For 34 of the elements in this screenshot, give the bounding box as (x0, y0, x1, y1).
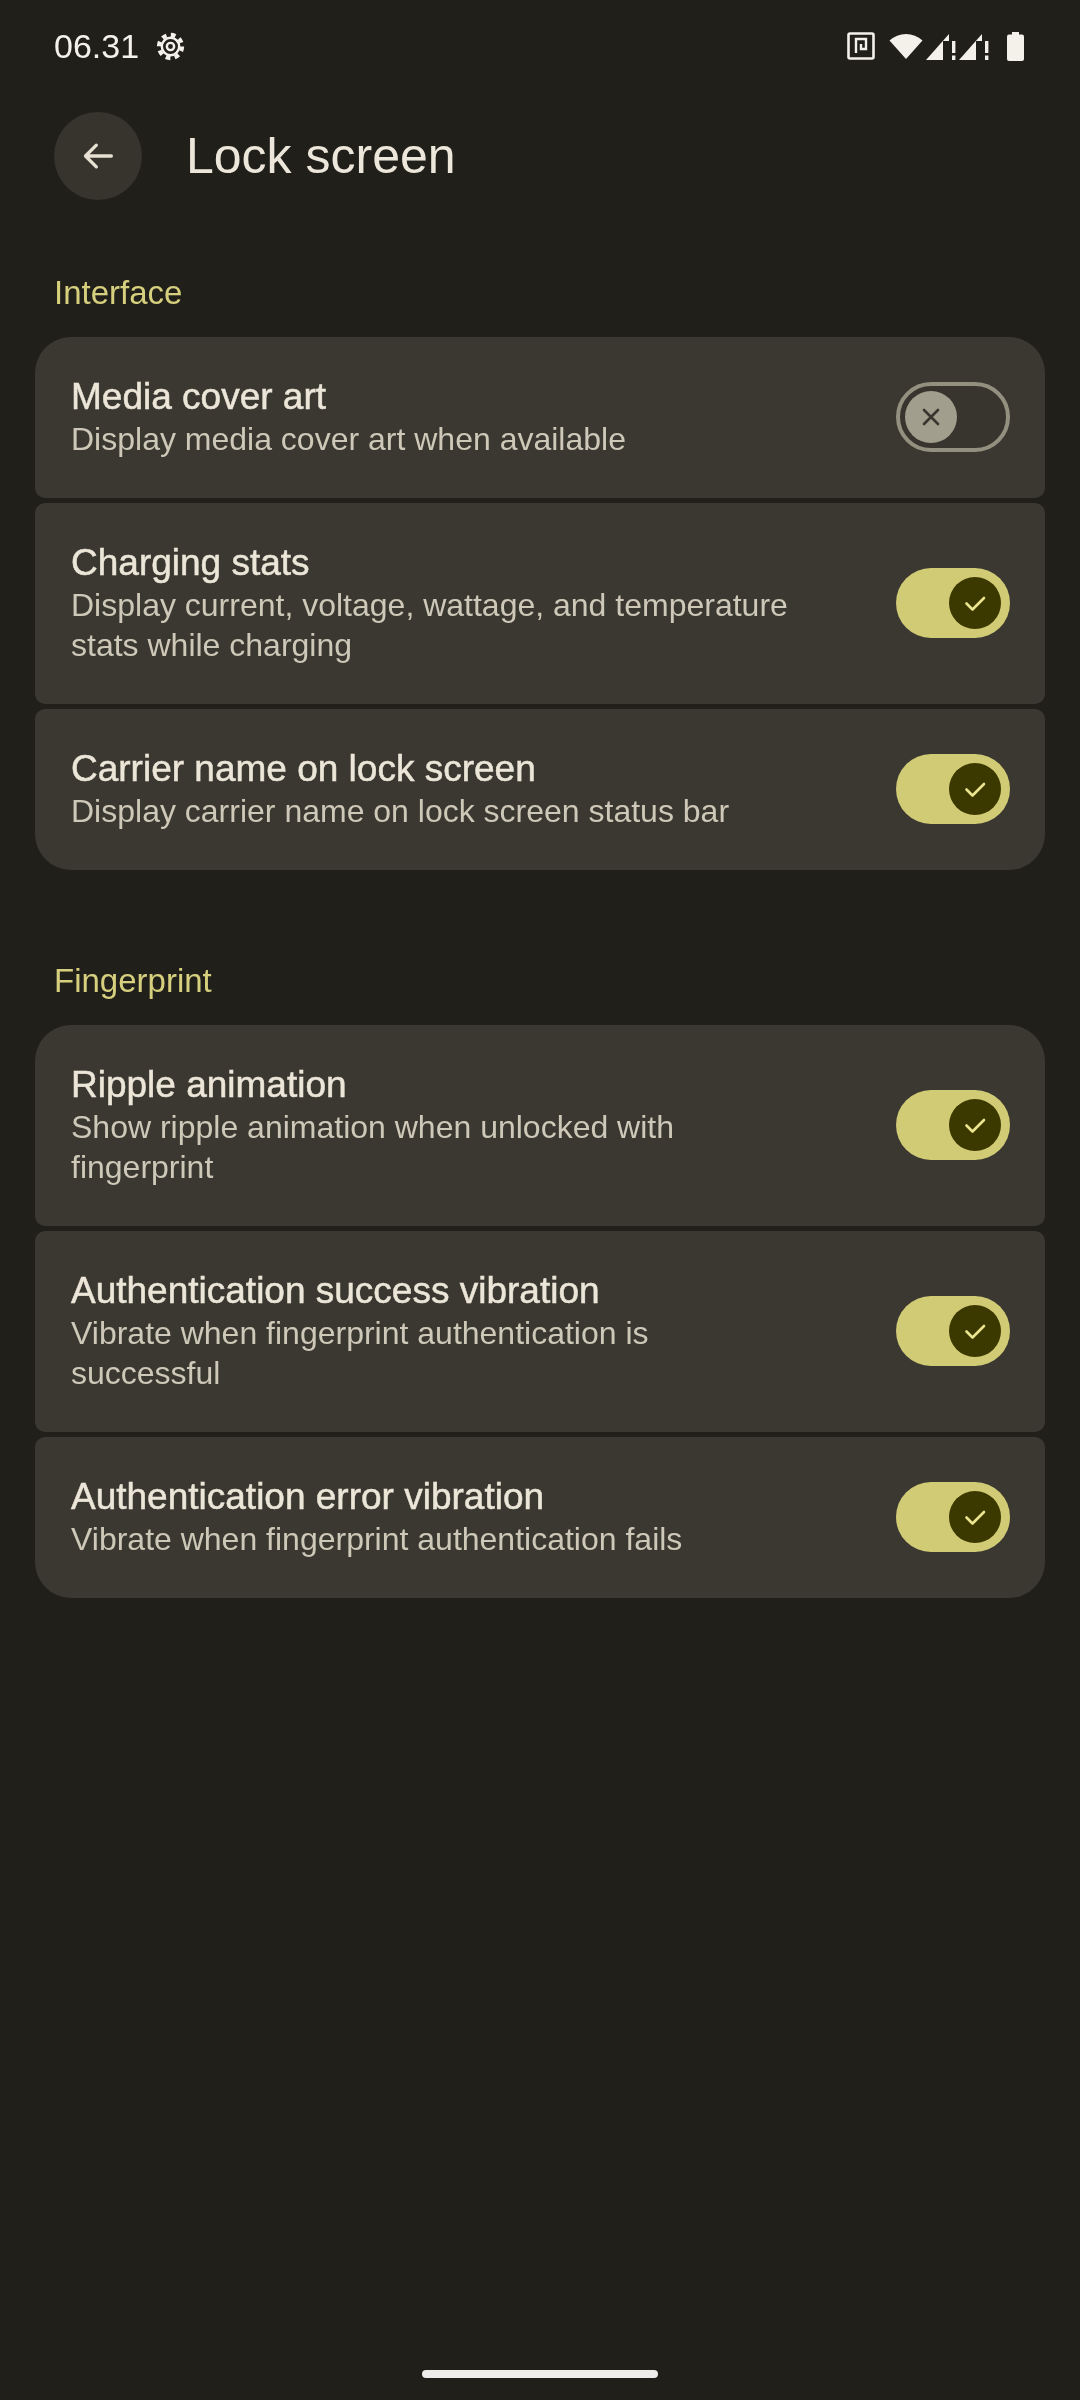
setting-description: Vibrate when fingerprint authentication fails (71, 1520, 684, 1559)
setting-description: Show ripple animation when unlocked with fingerprint (71, 1108, 675, 1187)
settings-row[interactable]: Authentication success vibration Vibrate when fingerprint authentication is successful (35, 1231, 1045, 1432)
signal-icon (959, 32, 989, 60)
settings-row[interactable]: Authentication error vibration Vibrate when fingerprint authentication fails (35, 1437, 1045, 1598)
setting-title: Authentication error vibration (71, 1475, 546, 1519)
signal-icon (926, 32, 956, 60)
setting-description: Vibrate when fingerprint authentication is successful (71, 1314, 650, 1393)
check-icon (949, 577, 1001, 629)
check-icon (949, 1305, 1001, 1357)
check-icon (949, 763, 1001, 815)
page-title: Lock screen (186, 127, 456, 186)
setting-title: Media cover art (71, 375, 327, 419)
settings-row[interactable]: Media cover art Display media cover art when available (35, 337, 1045, 498)
section-header: Fingerprint (53, 961, 213, 1001)
clock-time: 06.31 (54, 29, 140, 63)
section-header: Interface (53, 273, 184, 313)
setting-title: Ripple animation (71, 1063, 348, 1107)
battery-icon (1007, 31, 1024, 61)
close-icon (905, 391, 957, 443)
setting-description: Display media cover art when available (71, 420, 627, 459)
setting-description: Display current, voltage, wattage, and temperature stats while charging (71, 586, 789, 665)
settings-row[interactable]: Carrier name on lock screen Display carrier name on lock screen status bar (35, 709, 1045, 870)
setting-title: Charging stats (71, 541, 311, 585)
settings-row[interactable]: Charging stats Display current, voltage, wattage, and temperature stats while charging (35, 503, 1045, 704)
settings-icon (156, 31, 186, 61)
setting-title: Carrier name on lock screen (71, 747, 537, 791)
setting-title: Authentication success vibration (71, 1269, 601, 1313)
check-icon (949, 1099, 1001, 1151)
setting-description: Display carrier name on lock screen status bar (71, 792, 731, 831)
nfc-icon (847, 32, 875, 60)
wifi-icon (889, 32, 923, 60)
settings-row[interactable]: Ripple animation Show ripple animation when unlocked with fingerprint (35, 1025, 1045, 1226)
check-icon (949, 1491, 1001, 1543)
